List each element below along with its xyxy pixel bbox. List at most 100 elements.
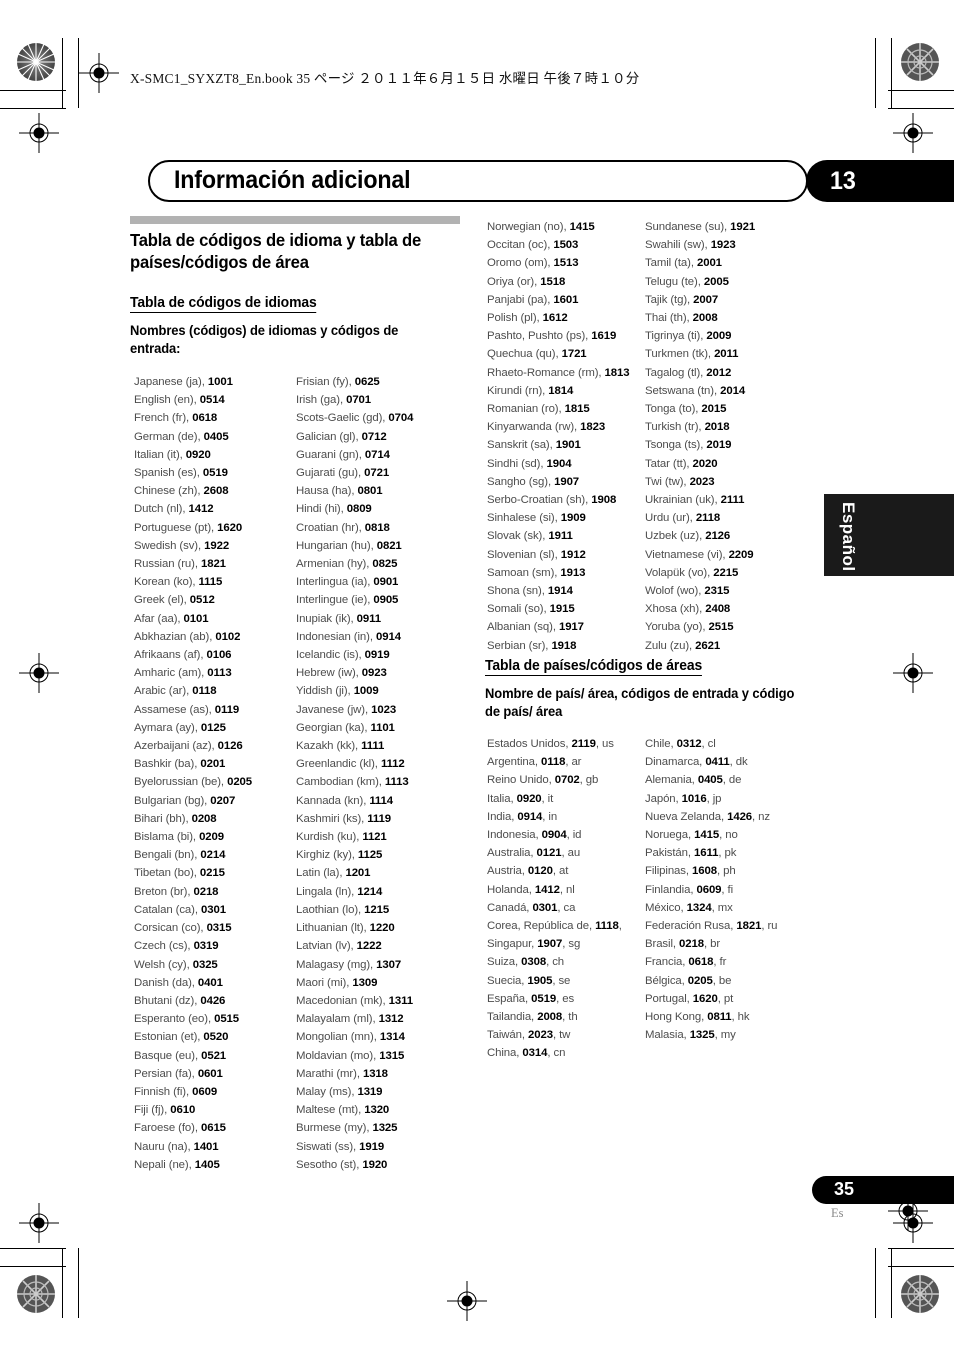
code-entry-name: Shona (sn), — [487, 585, 548, 598]
code-entry-number: 0901 — [373, 576, 399, 589]
code-entry-number: 0615 — [200, 1122, 226, 1135]
code-entry-number: 0218 — [679, 938, 704, 951]
code-entry: Shona (sn), 1914 — [487, 582, 657, 600]
code-entry: Assamese (as), 0119 — [134, 701, 299, 719]
code-entry-number: 2009 — [706, 330, 732, 343]
code-entry-name: Sinhalese (si), — [487, 512, 561, 525]
code-entry: Polish (pl), 1612 — [487, 309, 657, 327]
code-entry-name: Polish (pl), — [487, 312, 543, 325]
page-number-badge: 35 — [812, 1176, 954, 1204]
code-entry-number: 0102 — [215, 630, 241, 643]
code-entry: Tibetan (bo), 0215 — [134, 864, 299, 882]
code-entry: Tsonga (ts), 2019 — [645, 436, 820, 454]
code-entry-name: Gujarati (gu), — [296, 467, 365, 480]
code-entry-name: Noruega, — [645, 829, 695, 842]
code-entry: Kinyarwanda (rw), 1823 — [487, 418, 657, 436]
code-entry-name: Sesotho (st), — [296, 1158, 363, 1171]
code-entry-number: 0521 — [201, 1049, 227, 1062]
code-entry-number: 2018 — [704, 421, 730, 434]
code-entry-name: Uzbek (uz), — [645, 530, 706, 543]
code-entry-name: Telugu (te), — [645, 275, 704, 288]
code-entry-number: 1923 — [710, 239, 736, 252]
code-entry: Arabic (ar), 0118 — [134, 682, 299, 700]
code-entry: Afar (aa), 0101 — [134, 610, 299, 628]
code-entry: Vietnamese (vi), 2209 — [645, 546, 820, 564]
code-entry-abbr: , at — [552, 865, 569, 878]
code-entry: Malasia, 1325, my — [645, 1026, 825, 1044]
code-entry-name: Romanian (ro), — [487, 403, 565, 416]
code-entry: Greek (el), 0512 — [134, 591, 299, 609]
code-entry-name: Hebrew (iw), — [296, 667, 362, 680]
code-entry: Hausa (ha), 0801 — [296, 482, 471, 500]
code-entry: Italian (it), 0920 — [134, 446, 299, 464]
code-entry: Twi (tw), 2023 — [645, 473, 820, 491]
code-entry-number: 1823 — [580, 421, 606, 434]
code-entry: Albanian (sq), 1917 — [487, 618, 657, 636]
chapter-number: 13 — [830, 167, 856, 195]
code-entry-name: Indonesia, — [487, 829, 542, 842]
code-entry-name: Italia, — [487, 792, 517, 805]
code-entry-number: 1620 — [692, 992, 718, 1005]
code-entry: Spanish (es), 0519 — [134, 464, 299, 482]
code-entry: Somali (so), 1915 — [487, 600, 657, 618]
code-entry: Yoruba (yo), 2515 — [645, 618, 820, 636]
code-entry-number: 0618 — [192, 412, 218, 425]
code-entry-name: Bashkir (ba), — [134, 758, 201, 771]
code-entry-number: 0118 — [541, 756, 566, 769]
country-code-column-1: Estados Unidos, 2119, us Argentina, 0118,… — [487, 735, 652, 1063]
chapter-number-badge: 13 — [806, 160, 954, 202]
code-entry-number: 1911 — [548, 530, 573, 543]
code-entry-name: Nueva Zelanda, — [645, 810, 728, 823]
code-entry-number: 0920 — [516, 792, 542, 805]
code-entry: Georgian (ka), 1101 — [296, 719, 471, 737]
code-entry-name: Estados Unidos, — [487, 738, 572, 750]
code-entry-name: Singapur, — [487, 938, 538, 951]
code-entry-number: 2008 — [537, 1011, 563, 1024]
code-entry: Nepali (ne), 1405 — [134, 1156, 299, 1174]
code-entry-name: Basque (eu), — [134, 1049, 202, 1062]
code-entry-name: Malasia, — [645, 1029, 690, 1042]
code-entry-name: Tajik (tg), — [645, 293, 694, 306]
code-entry-number: 2608 — [203, 485, 229, 498]
code-entry-number: 0315 — [206, 922, 232, 935]
code-entry: México, 1324, mx — [645, 899, 825, 917]
code-entry: Serbo-Croatian (sh), 1908 — [487, 491, 657, 509]
code-entry: Latvian (lv), 1222 — [296, 937, 471, 955]
code-entry: Hungarian (hu), 0821 — [296, 537, 471, 555]
code-entry: Burmese (my), 1325 — [296, 1119, 471, 1137]
code-entry-number: 0312 — [676, 738, 702, 750]
code-entry-name: Kannada (kn), — [296, 794, 370, 807]
code-entry-name: Abkhazian (ab), — [134, 630, 216, 643]
code-entry: Sinhalese (si), 1909 — [487, 509, 657, 527]
registration-mark-left-middle — [19, 653, 59, 693]
code-entry-number: 0512 — [189, 594, 215, 607]
code-entry-number: 2621 — [695, 639, 721, 652]
code-entry-number: 2119 — [571, 738, 596, 750]
code-entry-number: 0818 — [364, 521, 390, 534]
code-entry-number: 2001 — [696, 257, 722, 270]
code-entry-number: 0914 — [375, 630, 401, 643]
code-entry: Faroese (fo), 0615 — [134, 1119, 299, 1137]
code-entry: Corsican (co), 0315 — [134, 919, 299, 937]
code-entry-number: 1907 — [554, 475, 580, 488]
code-entry-name: Quechua (qu), — [487, 348, 562, 361]
code-entry: India, 0914, in — [487, 808, 652, 826]
code-entry: Turkmen (tk), 2011 — [645, 345, 820, 363]
code-entry-number: 1119 — [367, 812, 391, 825]
code-entry-number: 0911 — [356, 612, 381, 625]
code-entry-number: 0701 — [346, 394, 372, 407]
code-entry: China, 0314, cn — [487, 1044, 652, 1062]
code-entry-name: Faroese (fo), — [134, 1122, 201, 1135]
code-entry-name: Interlingue (ie), — [296, 594, 374, 607]
code-entry: Taiwán, 2023, tw — [487, 1026, 652, 1044]
code-entry: Holanda, 1412, nl — [487, 881, 652, 899]
code-entry: Tonga (to), 2015 — [645, 400, 820, 418]
code-entry-name: Suiza, — [487, 956, 522, 969]
code-entry-number: 1325 — [372, 1122, 398, 1135]
code-entry-name: Argentina, — [487, 756, 541, 769]
code-entry-number: 1201 — [345, 867, 371, 880]
code-entry-name: Australia, — [487, 847, 537, 860]
code-entry-name: Slovak (sk), — [487, 530, 549, 543]
code-entry-name: Guarani (gn), — [296, 448, 365, 461]
code-entry-number: 1307 — [376, 958, 402, 971]
